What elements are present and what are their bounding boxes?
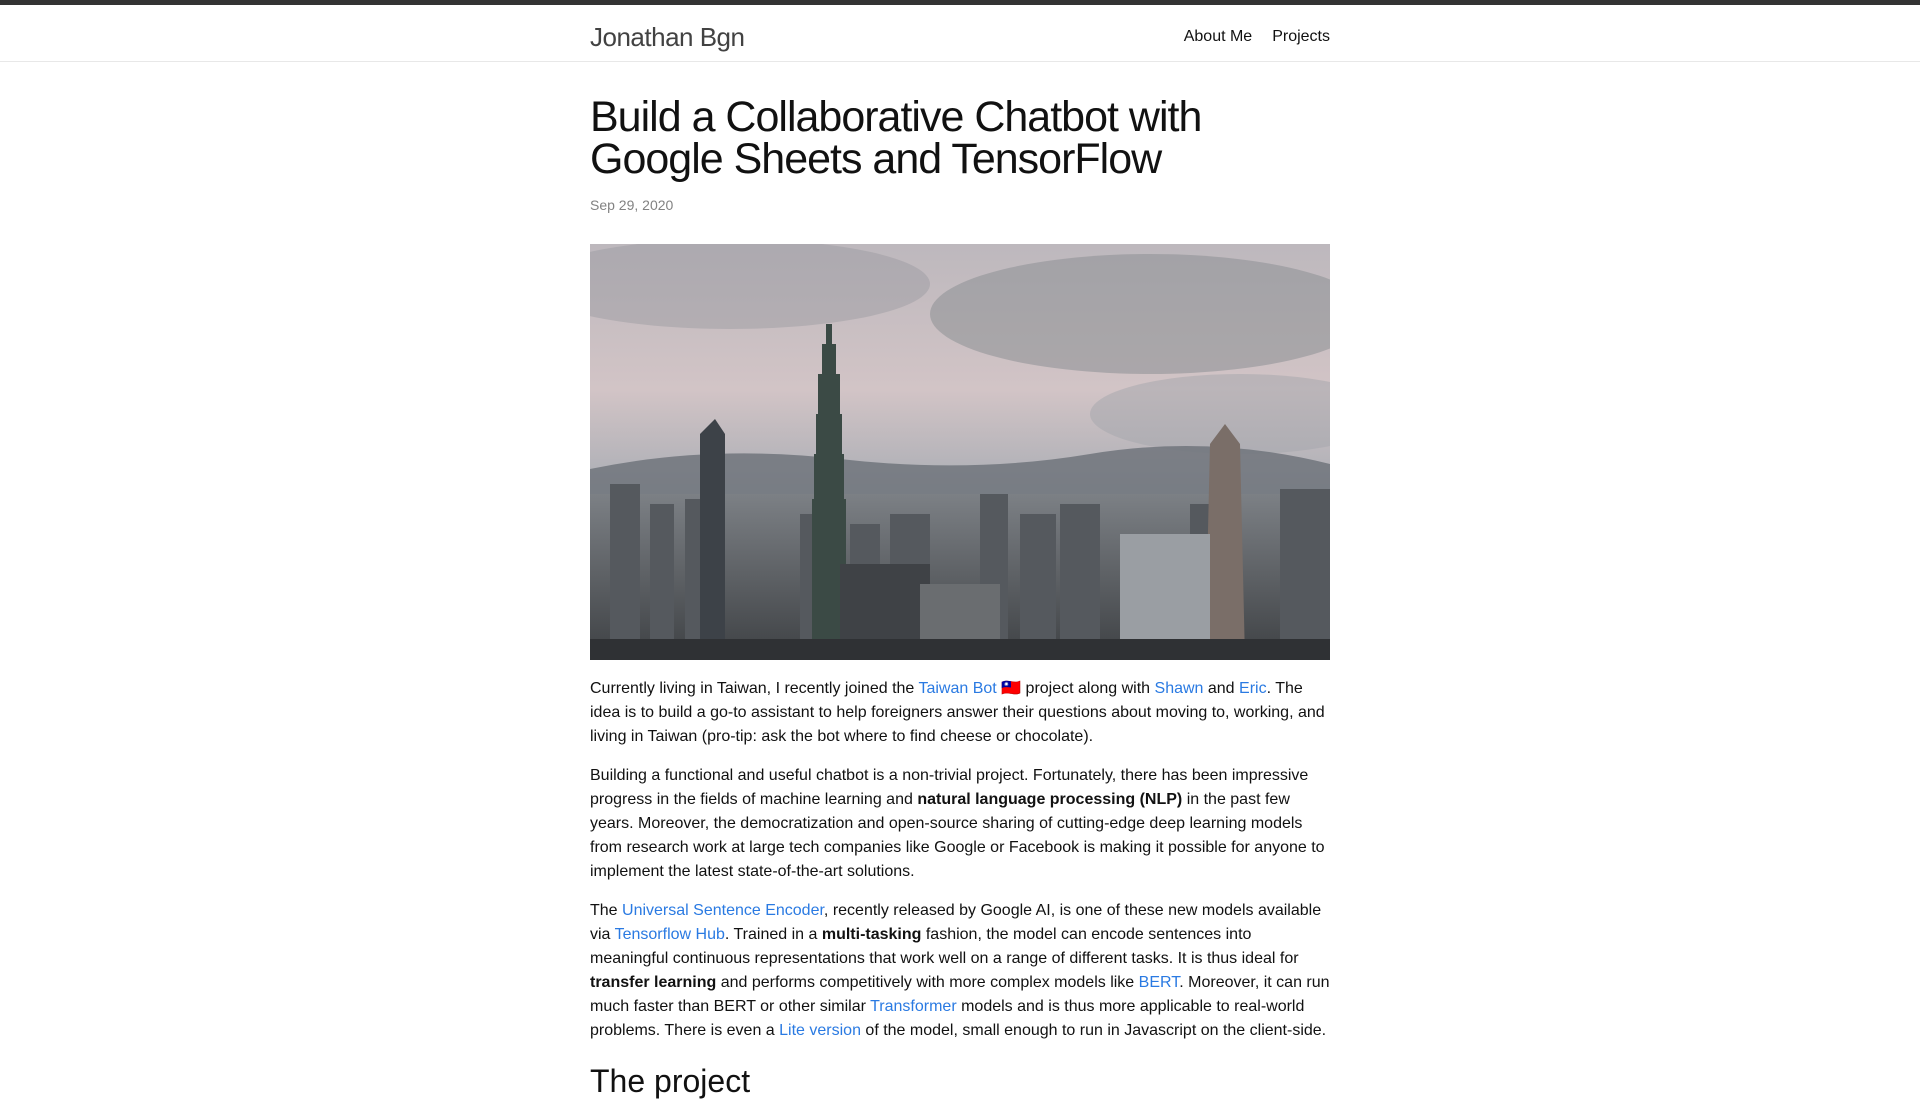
post-date: Sep 29, 2020: [590, 197, 674, 213]
bold-text: transfer learning: [590, 974, 717, 991]
link-universal-sentence-encoder[interactable]: Universal Sentence Encoder: [622, 902, 824, 919]
post-title: Build a Collaborative Chatbot with Googl…: [590, 93, 1202, 183]
link-bert[interactable]: BERT: [1139, 974, 1180, 991]
section-heading: The project: [590, 1063, 751, 1099]
site-header: Jonathan Bgn About Me Projects: [0, 5, 1920, 62]
nav-projects[interactable]: Projects: [1272, 23, 1330, 51]
link-taiwan-bot[interactable]: Taiwan Bot 🇹🇼: [918, 680, 1021, 697]
bold-text: multi-tasking: [821, 926, 922, 943]
nav-about-me[interactable]: About Me: [1184, 23, 1252, 51]
link-lite-version[interactable]: Lite version: [779, 1022, 861, 1039]
text: project along with: [1021, 680, 1155, 697]
link-eric[interactable]: Eric: [1239, 680, 1267, 697]
post-content: Build a Collaborative Chatbot with Googl…: [590, 96, 1330, 1101]
paragraph-intro: Currently living in Taiwan, I recently j…: [590, 677, 1330, 749]
text: of the model, small enough to run in Jav…: [860, 1022, 1327, 1039]
text: The: [590, 902, 623, 919]
hero-image: [590, 244, 1330, 660]
link-transformer[interactable]: Transformer: [870, 998, 957, 1015]
text: and: [1203, 680, 1240, 697]
link-tensorflow-hub[interactable]: Tensorflow Hub: [615, 926, 725, 943]
paragraph-nlp: Building a functional and useful chatbot…: [590, 764, 1330, 884]
text: . Trained in a: [724, 926, 822, 943]
link-shawn[interactable]: Shawn: [1155, 680, 1204, 697]
post-body: Currently living in Taiwan, I recently j…: [590, 677, 1330, 1101]
site-nav: About Me Projects: [1184, 23, 1330, 51]
hero-cityscape-illustration: [590, 244, 1330, 660]
text: and performs competitively with more com…: [716, 974, 1139, 991]
bold-text: natural language processing (NLP): [917, 791, 1183, 808]
paragraph-use: The Universal Sentence Encoder, recently…: [590, 899, 1330, 1043]
site-title-link[interactable]: Jonathan Bgn: [590, 17, 745, 57]
text: Currently living in Taiwan, I recently j…: [590, 680, 919, 697]
